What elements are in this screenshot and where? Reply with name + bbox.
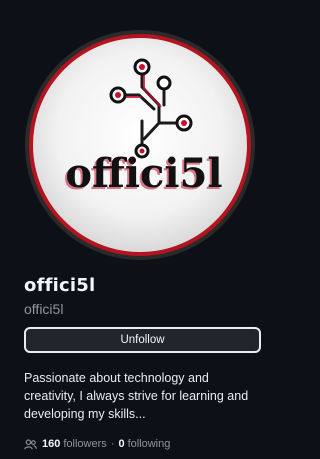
following-link[interactable]: 0 following	[118, 436, 170, 452]
avatar[interactable]: offici5l offici5l	[24, 29, 256, 261]
people-icon	[24, 438, 37, 450]
display-name: offici5l	[24, 275, 96, 296]
followers-link[interactable]: 160 followers	[42, 436, 107, 452]
following-label: following	[127, 438, 171, 450]
separator-dot: ·	[110, 438, 115, 450]
followers-label: followers	[63, 438, 107, 450]
followers-count: 160	[42, 438, 61, 450]
svg-text:offici5l: offici5l	[65, 150, 222, 197]
following-count: 0	[118, 438, 125, 450]
avatar-image: offici5l offici5l	[25, 30, 255, 260]
username: offici5l	[24, 301, 64, 317]
follow-stats: 160 followers · 0 following	[24, 436, 170, 452]
profile-bio: Passionate about technology and creativi…	[24, 371, 249, 421]
unfollow-button[interactable]: Unfollow	[24, 327, 261, 353]
